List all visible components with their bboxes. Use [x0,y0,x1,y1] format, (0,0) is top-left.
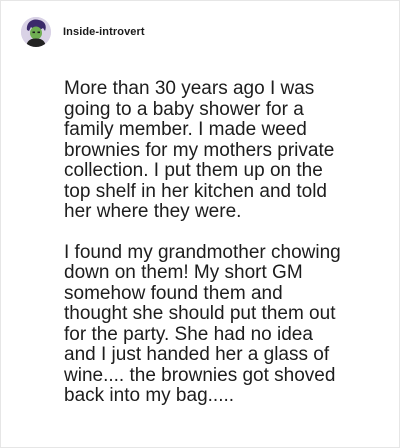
post-card: Inside-introvert More than 30 years ago … [0,0,400,448]
post-body: More than 30 years ago I was going to a … [64,78,382,407]
author-name[interactable]: Inside-introvert [63,26,145,38]
user-avatar-icon [21,17,51,47]
post-paragraph-2: I found my grandmother chowing down on t… [64,241,341,406]
post-paragraph-1: More than 30 years ago I was going to a … [64,78,335,222]
post-header: Inside-introvert [21,17,145,47]
avatar[interactable] [21,17,51,47]
